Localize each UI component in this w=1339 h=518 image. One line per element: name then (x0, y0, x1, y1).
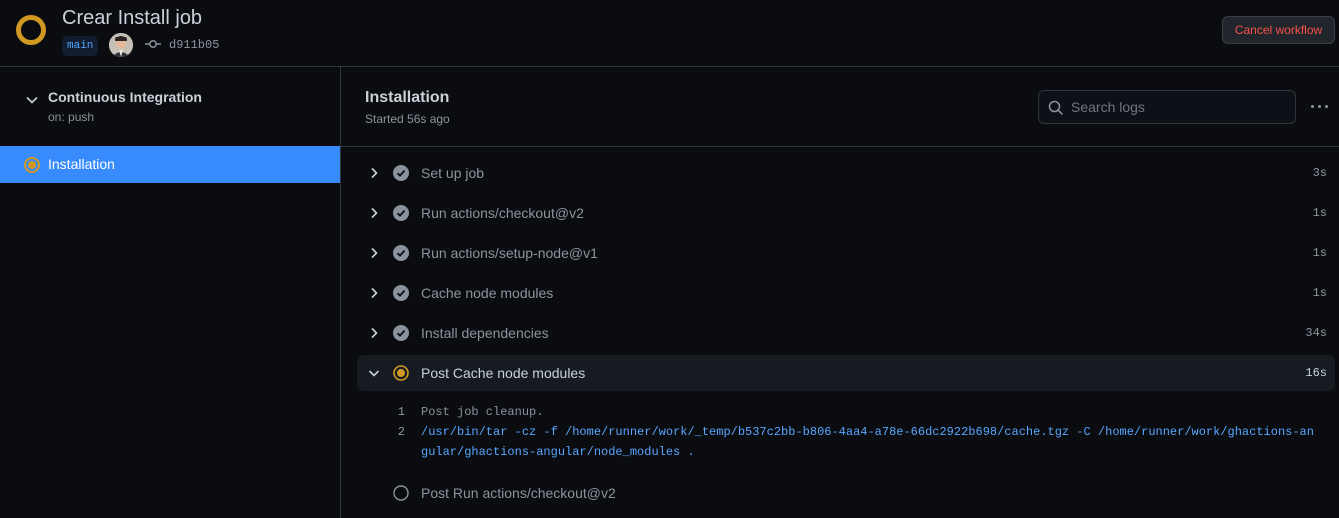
check-circle-icon (393, 285, 409, 301)
step-install-dependencies[interactable]: Install dependencies 34s (357, 315, 1335, 351)
step-duration: 3s (1312, 166, 1327, 180)
chevron-right-icon (371, 287, 378, 299)
job-started-time: Started 56s ago (365, 112, 450, 126)
chevron-right-icon (371, 327, 378, 339)
log-line-number[interactable]: 1 (389, 402, 405, 422)
step-duration: 1s (1312, 246, 1327, 260)
check-circle-icon (393, 325, 409, 341)
step-label: Install dependencies (421, 325, 549, 341)
in-progress-icon (24, 157, 40, 173)
in-progress-status-icon (16, 15, 46, 45)
chevron-right-icon (371, 167, 378, 179)
avatar[interactable] (109, 33, 133, 57)
step-label: Set up job (421, 165, 485, 181)
log-line-text: Post job cleanup. (421, 405, 544, 419)
sidebar-job-label: Installation (48, 156, 115, 172)
step-label: Run actions/checkout@v2 (421, 205, 584, 221)
commit-icon (145, 40, 161, 48)
check-circle-icon (393, 205, 409, 221)
step-run-setup-node[interactable]: Run actions/setup-node@v1 1s (357, 235, 1335, 271)
workflow-name[interactable]: Continuous Integration (48, 89, 202, 105)
search-logs-input[interactable] (1071, 92, 1291, 122)
log-line-number[interactable]: 2 (389, 422, 405, 442)
chevron-down-icon[interactable] (25, 93, 39, 107)
search-logs-box[interactable] (1038, 90, 1296, 124)
chevron-down-icon (368, 370, 380, 377)
step-duration: 1s (1312, 206, 1327, 220)
step-duration: 1s (1312, 286, 1327, 300)
step-label: Cache node modules (421, 285, 554, 301)
job-header: Installation Started 56s ago (341, 67, 1339, 147)
step-cache-node-modules[interactable]: Cache node modules 1s (357, 275, 1335, 311)
check-circle-icon (393, 165, 409, 181)
search-icon (1048, 100, 1064, 116)
run-title: Crear Install job (62, 7, 203, 29)
chevron-right-icon (371, 247, 378, 259)
queued-circle-icon (393, 485, 409, 501)
workflow-trigger: on: push (48, 110, 95, 124)
step-set-up-job[interactable]: Set up job 3s (357, 155, 1335, 191)
step-post-cache-node-modules[interactable]: Post Cache node modules 16s (357, 355, 1335, 391)
step-label: Post Cache node modules (421, 365, 586, 381)
step-post-run-checkout[interactable]: Post Run actions/checkout@v2 (357, 475, 1335, 511)
cancel-workflow-button[interactable]: Cancel workflow (1222, 16, 1335, 44)
sidebar-job-installation[interactable]: Installation (0, 146, 340, 183)
log-line-text: /usr/bin/tar -cz -f /home/runner/work/_t… (421, 425, 1314, 459)
job-title: Installation (365, 89, 450, 106)
step-duration: 34s (1305, 326, 1327, 340)
step-run-checkout[interactable]: Run actions/checkout@v2 1s (357, 195, 1335, 231)
step-label: Run actions/setup-node@v1 (421, 245, 598, 261)
in-progress-icon (393, 365, 409, 381)
check-circle-icon (393, 245, 409, 261)
chevron-right-icon (371, 207, 378, 219)
run-header: Crear Install job main d911b05 Cancel wo… (0, 0, 1339, 67)
step-label: Post Run actions/checkout@v2 (421, 485, 616, 501)
more-options-icon[interactable] (1309, 100, 1331, 114)
commit-sha-link[interactable]: d911b05 (169, 38, 219, 52)
branch-badge[interactable]: main (62, 36, 99, 56)
jobs-sidebar: Continuous Integration on: push Installa… (0, 67, 341, 518)
step-duration: 16s (1305, 366, 1327, 380)
